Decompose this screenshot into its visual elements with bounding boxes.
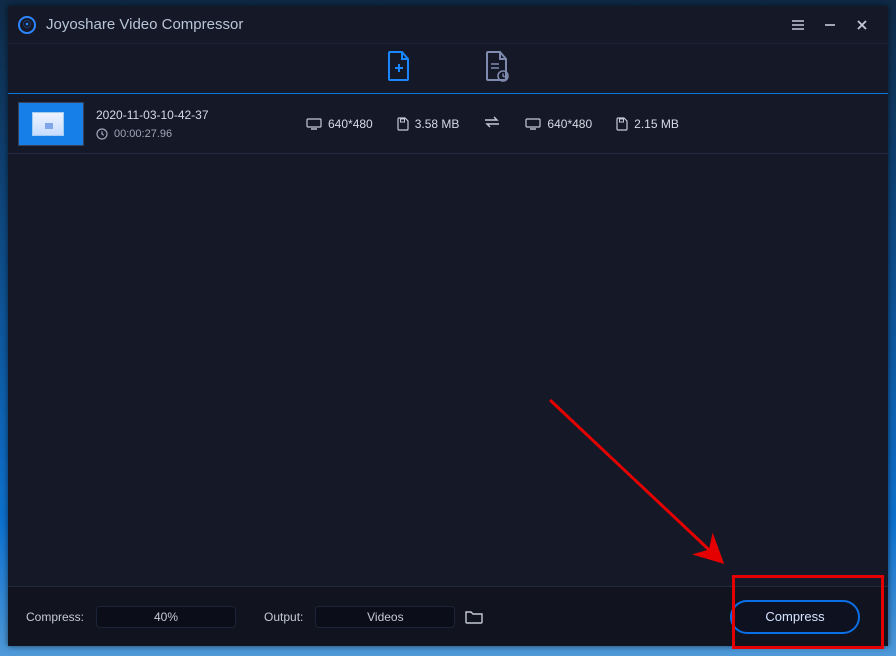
source-size: 3.58 MB — [397, 117, 460, 131]
target-size: 2.15 MB — [616, 117, 679, 131]
folder-icon — [465, 610, 483, 624]
file-duration: 00:00:27.96 — [96, 128, 306, 140]
menu-button[interactable] — [782, 10, 814, 40]
video-thumbnail — [18, 102, 84, 146]
output-value-field[interactable]: Videos — [315, 606, 455, 628]
title-bar: Joyoshare Video Compressor — [8, 6, 888, 44]
output-label: Output: — [264, 610, 303, 624]
app-window: Joyoshare Video Compressor — [8, 6, 888, 646]
disk-icon — [397, 117, 409, 131]
duration-text: 00:00:27.96 — [114, 128, 172, 140]
target-size-text: 2.15 MB — [634, 117, 679, 131]
app-title: Joyoshare Video Compressor — [46, 16, 782, 33]
add-file-button[interactable] — [385, 50, 413, 87]
file-specs: 640*480 3.58 MB 640*480 2.15 MB — [306, 116, 679, 131]
history-button[interactable] — [483, 50, 511, 87]
disk-icon — [616, 117, 628, 131]
minimize-button[interactable] — [814, 10, 846, 40]
convert-arrow-icon — [483, 116, 501, 131]
compress-value-text: 40% — [154, 610, 178, 624]
file-name: 2020-11-03-10-42-37 — [96, 108, 306, 122]
file-info: 2020-11-03-10-42-37 00:00:27.96 — [96, 108, 306, 140]
clock-icon — [96, 128, 108, 140]
file-list: 2020-11-03-10-42-37 00:00:27.96 640*480 … — [8, 94, 888, 584]
footer: Compress: 40% Output: Videos Compress — [8, 586, 888, 646]
monitor-icon — [525, 118, 541, 130]
file-item[interactable]: 2020-11-03-10-42-37 00:00:27.96 640*480 … — [8, 94, 888, 154]
app-logo-icon — [18, 16, 36, 34]
source-size-text: 3.58 MB — [415, 117, 460, 131]
close-button[interactable] — [846, 10, 878, 40]
open-folder-button[interactable] — [465, 610, 483, 624]
output-value-text: Videos — [367, 610, 403, 624]
source-resolution-text: 640*480 — [328, 117, 373, 131]
compress-value-field[interactable]: 40% — [96, 606, 236, 628]
compress-label: Compress: — [26, 610, 84, 624]
toolbar — [8, 44, 888, 94]
compress-button[interactable]: Compress — [730, 600, 860, 634]
target-resolution: 640*480 — [525, 117, 592, 131]
monitor-icon — [306, 118, 322, 130]
compress-button-label: Compress — [765, 609, 824, 624]
target-resolution-text: 640*480 — [547, 117, 592, 131]
source-resolution: 640*480 — [306, 117, 373, 131]
